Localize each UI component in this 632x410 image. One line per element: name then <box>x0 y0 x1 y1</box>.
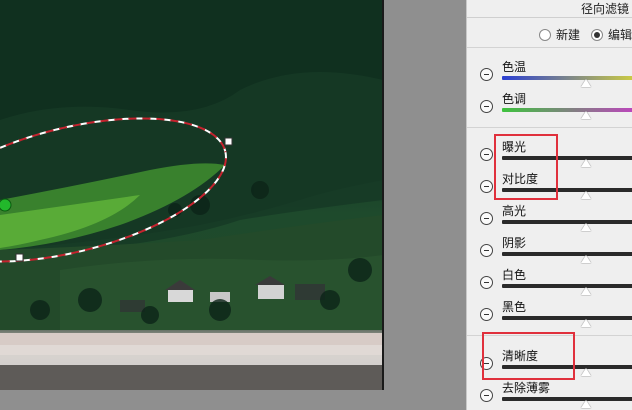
slider-thumb[interactable] <box>581 400 591 408</box>
slider-blacks: 黑色 <box>467 296 632 328</box>
slider-shadows: 阴影 <box>467 232 632 264</box>
photo-canvas-area[interactable] <box>0 0 466 410</box>
slider-thumb[interactable] <box>581 79 591 87</box>
radio-button[interactable] <box>539 28 551 41</box>
mode-edit-radio[interactable]: 编辑 <box>591 26 632 43</box>
slider-track[interactable] <box>502 316 632 320</box>
minus-icon[interactable] <box>480 180 493 193</box>
photo-border <box>382 0 384 390</box>
slider-label: 高光 <box>502 204 527 218</box>
slider-label: 白色 <box>502 268 527 282</box>
annotation-box-clarity <box>482 332 575 380</box>
slider-label: 阴影 <box>502 236 527 250</box>
radio-label: 编辑 <box>608 28 632 42</box>
slider-track[interactable] <box>502 397 632 401</box>
slider-thumb[interactable] <box>581 111 591 119</box>
filter-center-pin <box>0 198 12 212</box>
annotation-box-exposure-contrast <box>494 134 558 200</box>
minus-icon[interactable] <box>480 212 493 225</box>
minus-icon[interactable] <box>480 308 493 321</box>
divider <box>467 47 632 48</box>
minus-icon[interactable] <box>480 148 493 161</box>
slider-label: 色调 <box>502 92 527 106</box>
slider-thumb[interactable] <box>581 319 591 327</box>
slider-track[interactable] <box>502 108 632 112</box>
divider <box>467 17 632 18</box>
slider-thumb[interactable] <box>581 191 591 199</box>
slider-track[interactable] <box>502 252 632 256</box>
radial-filter-panel: 径向滤镜 新建 编辑 色温 色调 曝光 对比度 高光 阴影 白色 黑色 清晰度 … <box>466 0 632 410</box>
ellipse-handle-right <box>224 137 233 146</box>
minus-icon[interactable] <box>480 100 493 113</box>
divider <box>467 127 632 128</box>
photo-preview[interactable] <box>0 0 383 390</box>
slider-track[interactable] <box>502 76 632 80</box>
slider-temperature: 色温 <box>467 56 632 88</box>
ellipse-handle-bottom <box>15 253 24 262</box>
radio-label: 新建 <box>556 28 581 42</box>
slider-label: 色温 <box>502 60 527 74</box>
slider-track[interactable] <box>502 220 632 224</box>
radio-button[interactable] <box>591 28 603 41</box>
slider-thumb[interactable] <box>581 255 591 263</box>
slider-label: 去除薄雾 <box>502 381 551 395</box>
slider-highlights: 高光 <box>467 200 632 232</box>
slider-thumb[interactable] <box>581 223 591 231</box>
slider-thumb[interactable] <box>581 287 591 295</box>
minus-icon[interactable] <box>480 68 493 81</box>
slider-thumb[interactable] <box>581 159 591 167</box>
minus-icon[interactable] <box>480 389 493 402</box>
photo-scene <box>0 0 383 390</box>
panel-title: 径向滤镜 <box>581 2 630 16</box>
slider-thumb[interactable] <box>581 368 591 376</box>
slider-track[interactable] <box>502 284 632 288</box>
minus-icon[interactable] <box>480 244 493 257</box>
slider-dehaze: 去除薄雾 <box>467 377 632 409</box>
slider-whites: 白色 <box>467 264 632 296</box>
slider-label: 黑色 <box>502 300 527 314</box>
slider-tint: 色调 <box>467 88 632 120</box>
minus-icon[interactable] <box>480 276 493 289</box>
mode-new-radio[interactable]: 新建 <box>539 26 580 43</box>
